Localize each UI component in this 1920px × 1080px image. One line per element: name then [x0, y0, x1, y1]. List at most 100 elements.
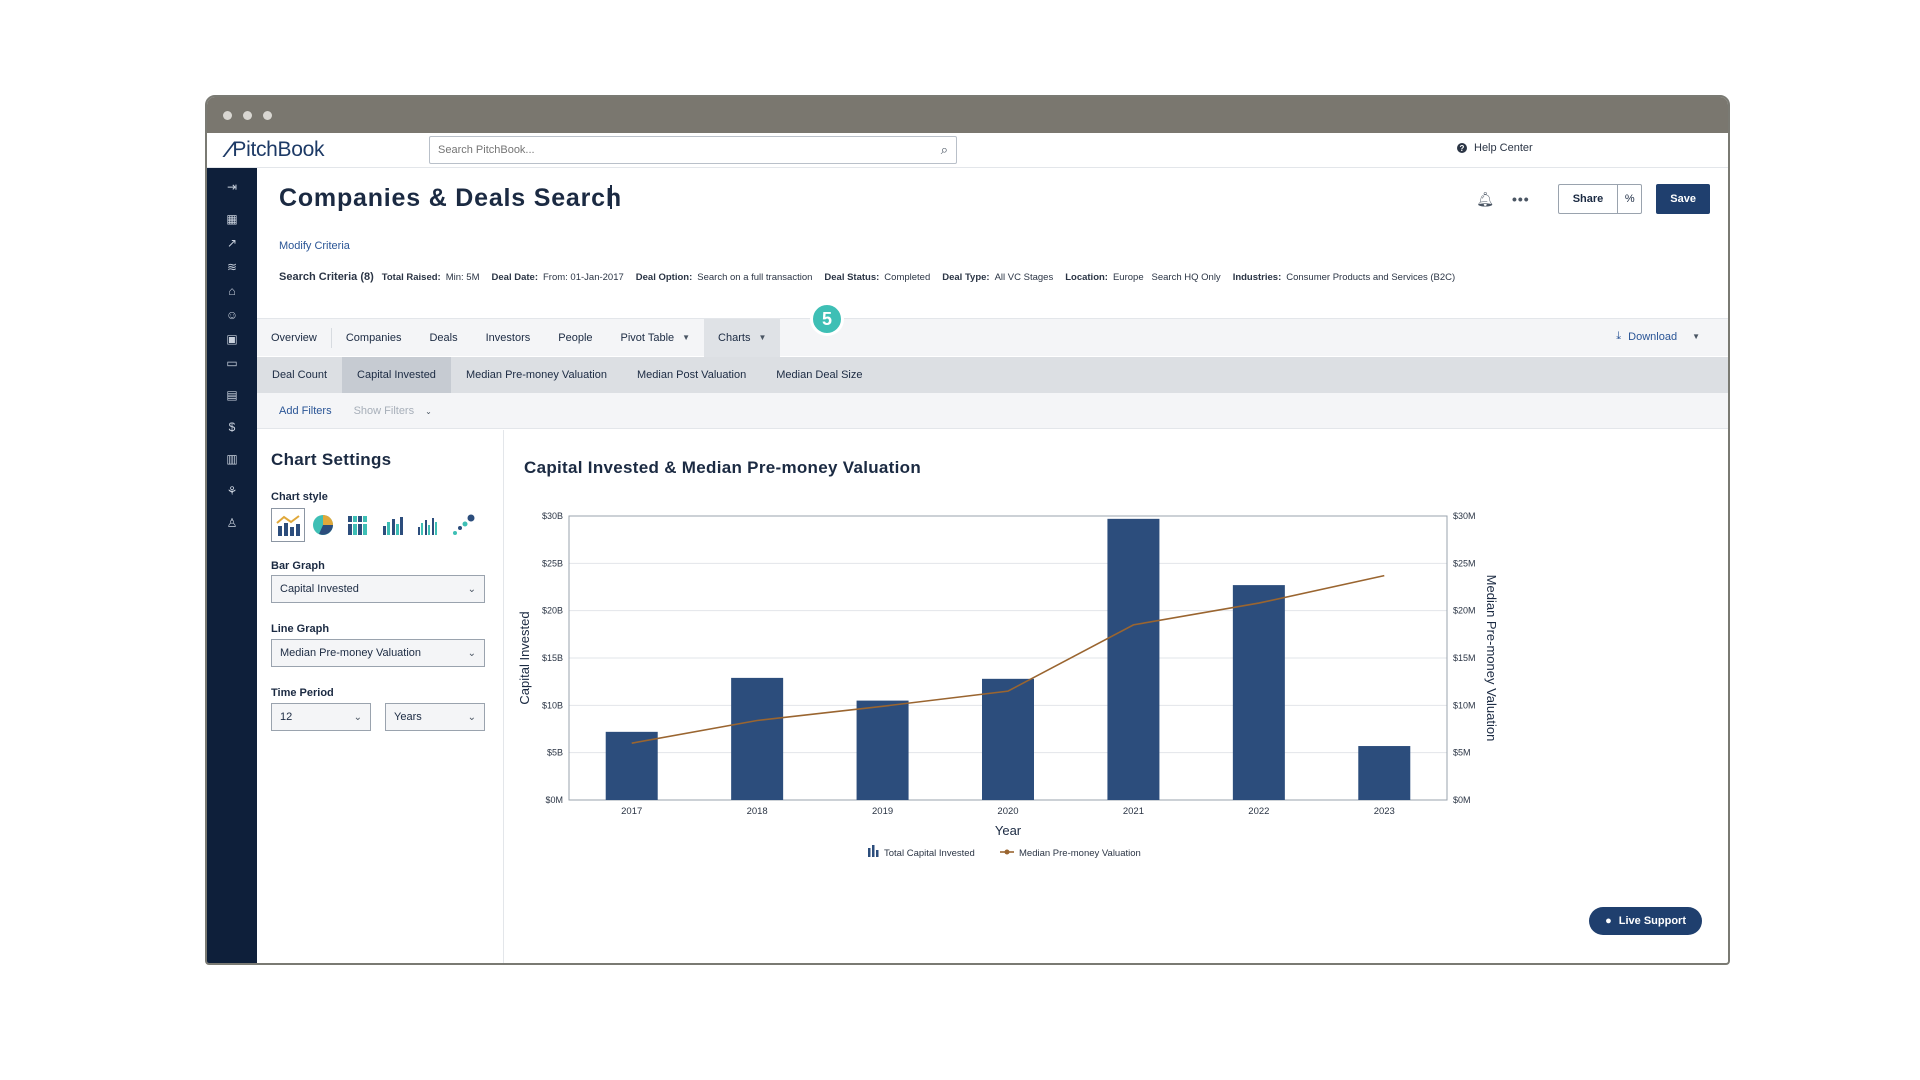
id-card-icon[interactable]: ▣ — [207, 332, 257, 346]
bar-graph-select[interactable]: Capital Invested ⌄ — [271, 575, 485, 603]
help-icon: ? — [1457, 143, 1467, 153]
help-center-link[interactable]: ? Help Center — [1457, 142, 1533, 154]
y2-tick-label: $10M — [1453, 700, 1476, 710]
tab-people[interactable]: People — [544, 319, 606, 357]
tab-companies[interactable]: Companies — [332, 319, 416, 357]
main-content: Companies & Deals Search 🔔︎ ••• Share % … — [257, 168, 1728, 963]
show-filters-toggle[interactable]: Show Filters ⌄ — [354, 405, 432, 417]
add-filters-link[interactable]: Add Filters — [279, 405, 332, 417]
criteria-value: Completed — [884, 272, 931, 283]
time-unit-select[interactable]: Years ⌄ — [385, 703, 485, 731]
live-support-label: Live Support — [1618, 915, 1686, 927]
window-dot[interactable] — [243, 110, 252, 120]
bar — [1107, 518, 1160, 800]
subtab-median-pre-money[interactable]: Median Pre-money Valuation — [451, 357, 622, 393]
bell-icon[interactable]: 🔔︎ — [1476, 191, 1494, 208]
y-tick-label: $15B — [542, 653, 563, 663]
legend-bar-swatch — [868, 848, 871, 857]
bar — [1358, 746, 1411, 800]
chevron-down-icon: ⌄ — [467, 583, 476, 595]
more-icon[interactable]: ••• — [1512, 191, 1530, 207]
step-badge: 5 — [810, 302, 844, 336]
chevron-down-icon: ⌄ — [353, 711, 362, 723]
bar-graph-label: Bar Graph — [271, 560, 325, 572]
criteria-key: Total Raised: — [381, 272, 441, 283]
subtab-median-deal-size[interactable]: Median Deal Size — [761, 357, 877, 393]
grouped-bar-style-button[interactable] — [376, 508, 410, 542]
subtab-capital-invested[interactable]: Capital Invested — [342, 357, 451, 393]
settings-title: Chart Settings — [271, 450, 392, 469]
deals-icon[interactable]: ↗ — [207, 236, 257, 250]
subtab-deal-count[interactable]: Deal Count — [257, 357, 342, 393]
analytics-icon[interactable]: ▥ — [207, 452, 257, 466]
page-actions: 🔔︎ ••• Share % Save — [1476, 184, 1710, 214]
chevron-down-icon: ⌄ — [467, 711, 476, 723]
criteria-heading: Search Criteria (8) — [279, 271, 374, 283]
expand-nav-icon[interactable]: ⇥ — [207, 180, 257, 194]
bar — [982, 678, 1034, 800]
handshake-icon[interactable]: ≋ — [207, 260, 257, 274]
user-settings-icon[interactable]: ♙ — [207, 516, 257, 530]
main-tabs: Overview Companies Deals Investors Peopl… — [257, 318, 1728, 357]
download-button[interactable]: ⤓ Download ▼ — [1616, 330, 1700, 343]
column-style-button[interactable] — [411, 508, 445, 542]
x-axis-label: Year — [995, 823, 1022, 838]
help-label: Help Center — [1474, 142, 1533, 154]
time-period-select[interactable]: 12 ⌄ — [271, 703, 371, 731]
x-tick-label: 2022 — [1248, 806, 1269, 817]
document-icon[interactable]: ▤ — [207, 388, 257, 402]
y-tick-label: $5B — [547, 748, 563, 758]
column-chart-icon — [418, 518, 437, 535]
window-dot[interactable] — [223, 110, 232, 120]
criteria-key: Industries: — [1232, 272, 1282, 283]
share-button[interactable]: Share — [1557, 184, 1619, 214]
bank-icon[interactable]: ⌂ — [207, 284, 257, 298]
tab-investors[interactable]: Investors — [472, 319, 545, 357]
legend-label: Median Pre-money Valuation — [1019, 848, 1141, 859]
modify-criteria-link[interactable]: Modify Criteria — [279, 240, 350, 252]
money-icon[interactable]: $ — [207, 420, 257, 434]
live-support-button[interactable]: ● Live Support — [1589, 907, 1702, 935]
tab-charts[interactable]: Charts ▼ — [704, 318, 781, 357]
stacked-bar-icon — [348, 516, 367, 535]
criteria-key: Deal Option: — [635, 272, 693, 283]
link-button[interactable]: % — [1618, 184, 1643, 214]
sprout-icon[interactable]: ⚘ — [207, 484, 257, 498]
chart-style-label: Chart style — [271, 491, 328, 503]
criteria-key: Deal Type: — [942, 272, 990, 283]
criteria-value: Search on a full transaction — [697, 272, 813, 283]
bar-line-style-button[interactable] — [271, 508, 305, 542]
chart-style-picker — [271, 508, 480, 542]
scatter-style-button[interactable] — [446, 508, 480, 542]
download-label: Download — [1628, 330, 1678, 343]
stacked-bar-style-button[interactable] — [341, 508, 375, 542]
subtab-median-post[interactable]: Median Post Valuation — [622, 357, 761, 393]
search-input[interactable] — [438, 144, 941, 156]
bar-line-chart-icon — [276, 515, 300, 536]
briefcase-icon[interactable]: ▭ — [207, 356, 257, 370]
tab-overview[interactable]: Overview — [257, 327, 332, 348]
tab-label: Charts — [718, 331, 751, 344]
y-axis-label: Capital Invested — [517, 611, 532, 704]
line-graph-select[interactable]: Median Pre-money Valuation ⌄ — [271, 639, 485, 667]
tab-pivot-table[interactable]: Pivot Table ▼ — [607, 319, 705, 357]
save-button[interactable]: Save — [1656, 184, 1710, 214]
time-period-label: Time Period — [271, 687, 334, 699]
search-criteria: Search Criteria (8) Total Raised: Min: 5M… — [279, 271, 1467, 283]
y2-axis-label: Median Pre-money Valuation — [1484, 575, 1499, 742]
companies-icon[interactable]: ▦ — [207, 212, 257, 226]
tab-deals[interactable]: Deals — [415, 319, 471, 357]
search-icon[interactable]: ⌕ — [941, 142, 948, 158]
criteria-value: Min: 5M — [445, 272, 480, 283]
y-tick-label: $25B — [542, 558, 563, 568]
legend-label: Total Capital Invested — [884, 848, 975, 859]
y2-tick-label: $15M — [1453, 653, 1476, 663]
people-icon[interactable]: ☺ — [207, 308, 257, 322]
pitchbook-logo[interactable]: ⁄ PitchBook — [227, 137, 325, 163]
y-tick-label: $0M — [545, 795, 563, 805]
pie-style-button[interactable] — [306, 508, 340, 542]
grouped-bar-icon — [383, 517, 403, 535]
select-value: Capital Invested — [280, 583, 359, 595]
window-dot[interactable] — [263, 110, 272, 120]
bar — [1232, 585, 1285, 800]
